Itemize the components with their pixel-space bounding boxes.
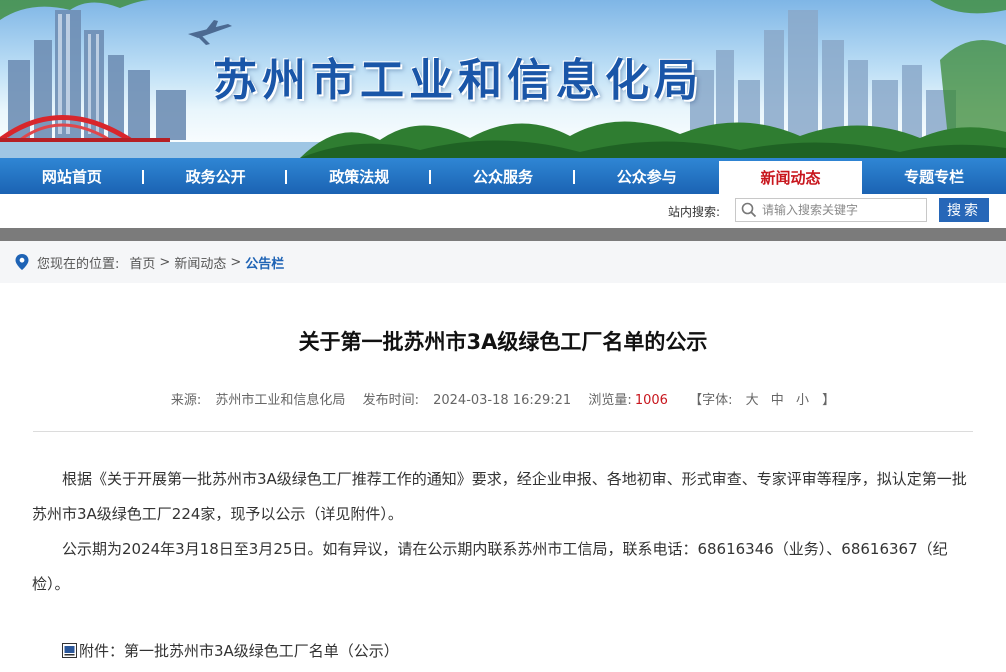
article-body: 根据《关于开展第一批苏州市3A级绿色工厂推荐工作的通知》要求，经企业申报、各地初… <box>32 462 972 602</box>
search-input[interactable] <box>758 200 926 220</box>
article-meta: 来源: 苏州市工业和信息化局 发布时间: 2024-03-18 16:29:21… <box>0 389 1006 408</box>
source-label: 来源: <box>170 393 202 408</box>
time-label: 发布时间: <box>362 393 419 408</box>
nav-special-topics[interactable]: 专题专栏 <box>862 158 1006 194</box>
font-size-end: 】 <box>822 393 836 408</box>
nav-news[interactable]: 新闻动态 <box>718 161 863 194</box>
paragraph: 公示期为2024年3月18日至3月25日。如有异议，请在公示期内联系苏州市工信局… <box>32 540 948 593</box>
paragraph: 根据《关于开展第一批苏州市3A级绿色工厂推荐工作的通知》要求，经企业申报、各地初… <box>32 470 967 523</box>
source-value: 苏州市工业和信息化局 <box>215 393 346 408</box>
main-nav: 网站首页 政务公开 政策法规 公众服务 公众参与 新闻动态 专题专栏 <box>0 158 1006 194</box>
nav-policies[interactable]: 政策法规 <box>287 158 431 194</box>
font-size-small[interactable]: 小 <box>796 393 809 408</box>
font-size-label: 【字体: <box>689 393 733 408</box>
attachment-link[interactable]: 附件：第一批苏州市3A级绿色工厂名单（公示） <box>79 640 399 661</box>
search-box <box>735 198 927 222</box>
magnifier-icon <box>741 202 757 218</box>
airplane-icon <box>188 20 232 45</box>
article-title: 关于第一批苏州市3A级绿色工厂名单的公示 <box>298 330 708 354</box>
nav-home[interactable]: 网站首页 <box>0 158 144 194</box>
nav-public-service[interactable]: 公众服务 <box>431 158 575 194</box>
search-bar: 站内搜索: 搜索 <box>0 194 1006 228</box>
breadcrumb-separator: > <box>159 254 171 270</box>
site-title: 苏州市工业和信息化局 <box>213 55 703 106</box>
divider-strip <box>0 228 1006 241</box>
breadcrumb-prefix: 您现在的位置: <box>37 256 120 272</box>
doc-icon <box>62 643 77 658</box>
meta-divider <box>33 431 973 432</box>
breadcrumb-separator: > <box>230 254 242 270</box>
search-label: 站内搜索: <box>668 205 721 219</box>
breadcrumb-news[interactable]: 新闻动态 <box>174 253 226 272</box>
breadcrumb: 您现在的位置: 首页 > 新闻动态 > 公告栏 <box>0 241 1006 283</box>
views-label: 浏览量: <box>588 393 632 408</box>
breadcrumb-home[interactable]: 首页 <box>129 253 155 272</box>
header-banner: 苏州市工业和信息化局 <box>0 0 1006 158</box>
time-value: 2024-03-18 16:29:21 <box>433 393 572 408</box>
location-pin-icon <box>15 254 29 270</box>
views-count: 1006 <box>634 393 668 408</box>
font-size-medium[interactable]: 中 <box>771 393 784 408</box>
font-size-large[interactable]: 大 <box>746 393 759 408</box>
nav-government-affairs[interactable]: 政务公开 <box>144 158 288 194</box>
nav-public-participation[interactable]: 公众参与 <box>575 158 719 194</box>
attachment: 附件：第一批苏州市3A级绿色工厂名单（公示） <box>62 640 399 661</box>
search-button[interactable]: 搜索 <box>939 198 989 222</box>
breadcrumb-current[interactable]: 公告栏 <box>245 253 284 272</box>
